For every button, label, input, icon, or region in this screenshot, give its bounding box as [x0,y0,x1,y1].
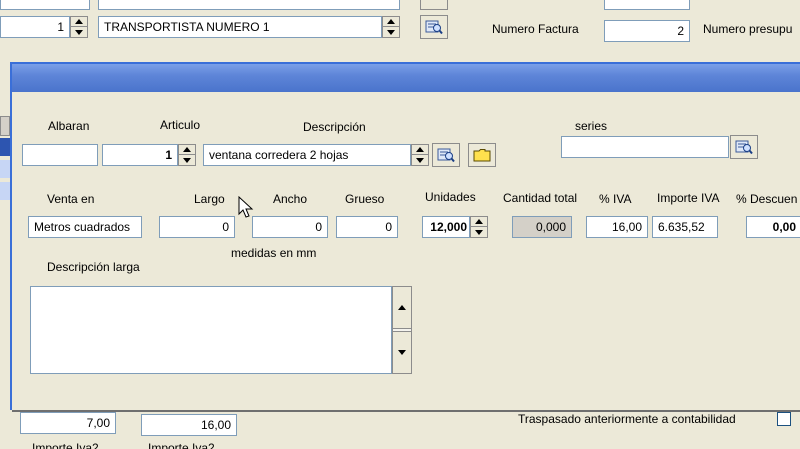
series-field[interactable] [561,136,729,158]
pct-descuento-label: % Descuen [736,192,798,206]
medidas-note: medidas en mm [231,246,317,260]
unidades-label: Unidades [425,190,476,204]
importe-iva-label: Importe IVA [657,191,720,205]
importe-iva-field[interactable]: 6.635,52 [652,216,718,238]
spin-down-icon [387,29,395,35]
transportista-number-field[interactable]: 1 [0,16,70,38]
transportista-spinner[interactable] [70,16,88,38]
unidades-spinner[interactable] [470,216,488,238]
folder-icon [473,149,491,162]
spin-up-icon [475,219,483,224]
background-top-field-mid[interactable] [98,0,400,10]
spin-up-icon [387,19,395,24]
albaran-field[interactable] [22,144,98,166]
unidades-field[interactable]: 12,000 [422,216,470,238]
cantidad-total-label: Cantidad total [503,191,578,205]
articulo-spinner[interactable] [178,144,196,166]
scroll-down-icon [398,350,406,355]
binoculars-search-icon [425,20,443,35]
scroll-up-button[interactable] [393,287,411,329]
largo-label: Largo [194,192,225,206]
largo-field[interactable]: 0 [159,216,235,238]
venta-en-field[interactable]: Metros cuadrados [28,216,142,238]
spin-up-icon [75,19,83,24]
ancho-label: Ancho [273,192,308,206]
cantidad-total-field: 0,000 [512,216,572,238]
series-label: series [575,119,608,133]
descripcion-spinner[interactable] [411,144,429,166]
numero-factura-label: Numero Factura [492,22,579,36]
descripcion-label: Descripción [303,120,366,134]
mouse-pointer-icon [238,196,254,218]
line-item-dialog: Albaran Articulo Descripción series 1 ve… [10,62,800,410]
dialog-body: Albaran Articulo Descripción series 1 ve… [16,96,800,406]
venta-en-label: Venta en [47,192,95,206]
scroll-up-icon [398,305,406,310]
traspasado-label: Traspasado anteriormente a contabilidad [518,412,736,426]
ancho-field[interactable]: 0 [252,216,328,238]
binoculars-search-icon [735,140,753,155]
pct-iva-label: % IVA [599,192,632,206]
importe-iva-1-label: Importe Iva2 [32,441,99,449]
descripcion-larga-textarea[interactable] [30,286,392,374]
spin-down-icon [183,157,191,163]
traspasado-checkbox[interactable] [777,412,791,426]
articulo-field[interactable]: 1 [102,144,178,166]
series-search-button[interactable] [730,135,758,159]
grueso-label: Grueso [345,192,385,206]
descripcion-larga-scrollbar[interactable] [392,286,412,374]
transportista-search-button[interactable] [420,15,448,39]
numero-presupuesto-label: Numero presupu [703,22,793,36]
spin-down-icon [75,29,83,35]
scroll-down-button[interactable] [393,331,411,373]
binoculars-search-icon [437,148,455,163]
descripcion-field[interactable]: ventana corredera 2 hojas [203,144,411,166]
descripcion-larga-label: Descripción larga [47,260,140,274]
folder-button[interactable] [468,143,496,167]
importe-iva-2-label: Importe Iva2 [148,441,215,449]
articulo-label: Articulo [160,118,201,132]
background-grid-strip [0,116,10,216]
spin-up-icon [416,147,424,152]
importe-iva-2-field[interactable]: 16,00 [141,414,237,436]
dialog-titlebar[interactable] [12,64,800,92]
spin-down-icon [416,157,424,163]
importe-iva-1-field[interactable]: 7,00 [20,412,116,434]
background-top-field-left[interactable] [0,0,90,10]
spin-down-icon [475,229,483,235]
background-top-field-right[interactable] [604,0,690,10]
numero-factura-field[interactable]: 2 [604,20,690,42]
transportista-name-field[interactable]: TRANSPORTISTA NUMERO 1 [98,16,382,38]
descripcion-search-button[interactable] [432,143,460,167]
pct-descuento-field[interactable]: 0,00 [746,216,800,238]
albaran-label: Albaran [48,119,90,133]
pct-iva-field[interactable]: 16,00 [586,216,648,238]
top-search-button[interactable] [420,0,448,10]
transportista-name-spinner[interactable] [382,16,400,38]
spin-up-icon [183,147,191,152]
grueso-field[interactable]: 0 [336,216,398,238]
